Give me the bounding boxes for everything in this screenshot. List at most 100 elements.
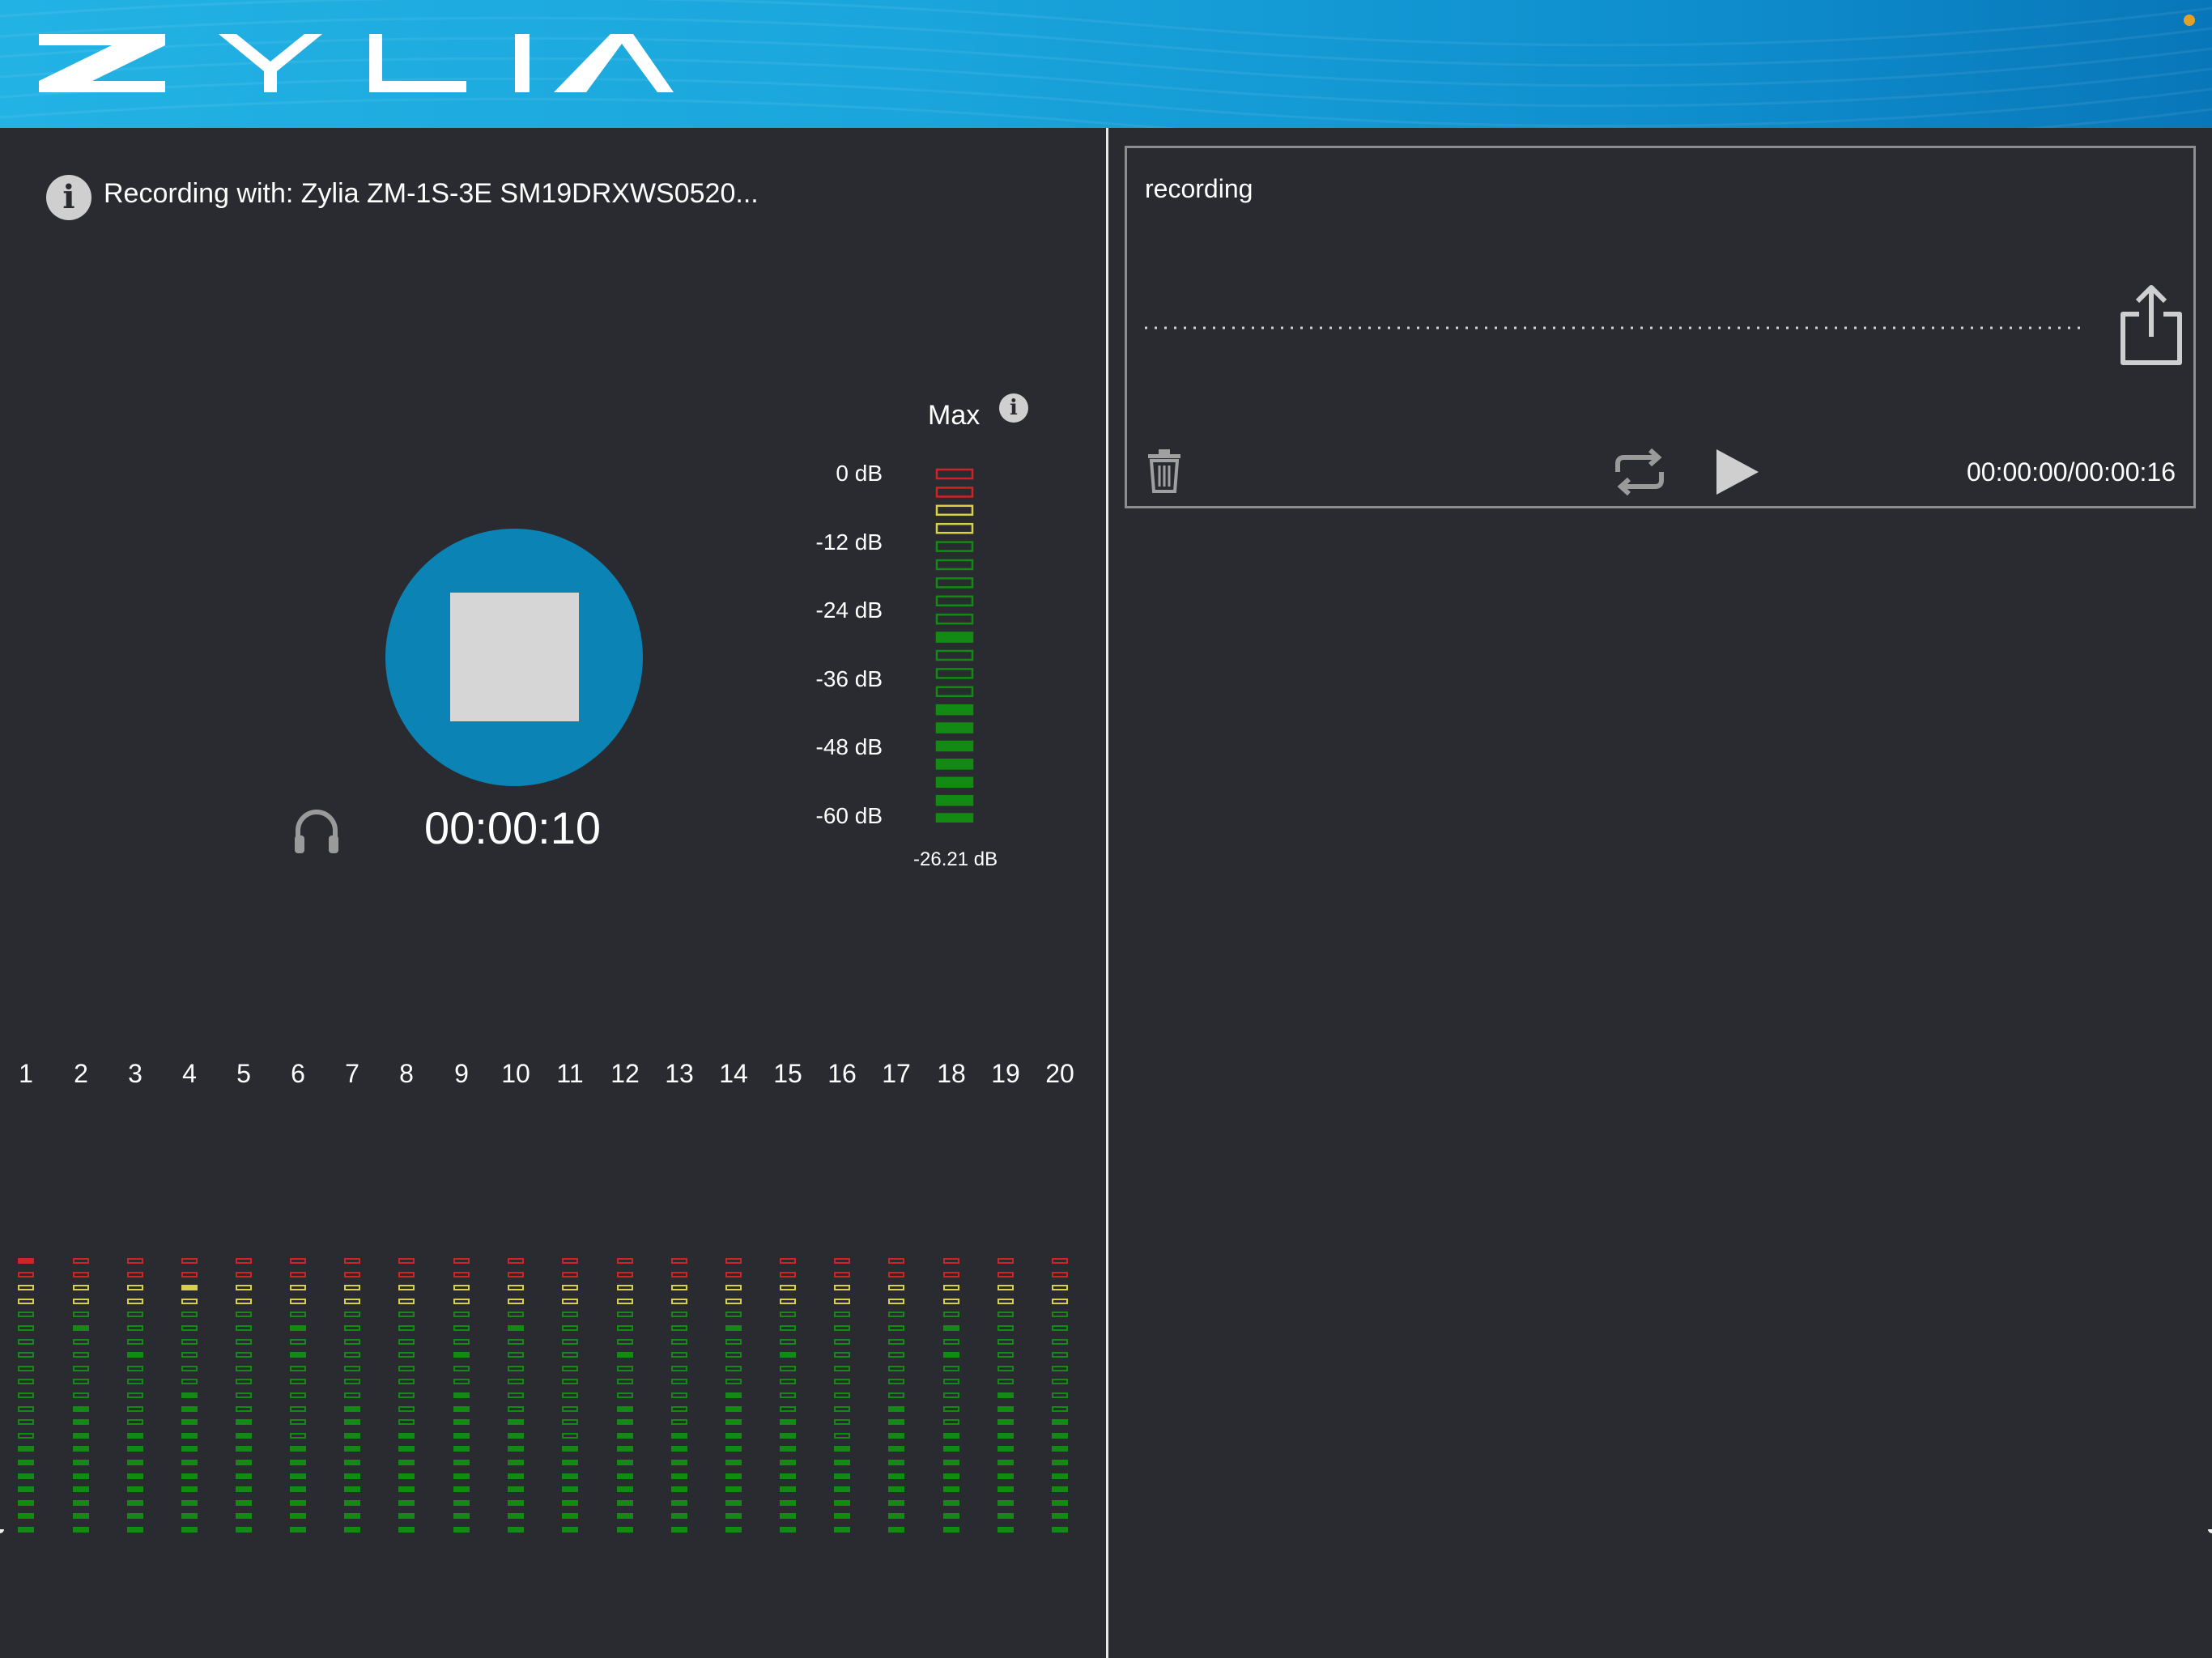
- meter-segment: [671, 1432, 687, 1439]
- meter-segment: [236, 1365, 252, 1371]
- meter-segment: [18, 1352, 34, 1358]
- share-icon[interactable]: [2116, 282, 2186, 368]
- db-scale-label: 0 dB: [836, 461, 883, 486]
- meter-segment: [671, 1365, 687, 1371]
- meter-segment: [181, 1312, 198, 1318]
- meter-segment: [998, 1352, 1014, 1358]
- meter-segment: [562, 1527, 578, 1533]
- play-icon[interactable]: [1713, 448, 1760, 496]
- meter-segment: [18, 1365, 34, 1371]
- meter-segment: [834, 1446, 850, 1452]
- meter-segment: [181, 1298, 198, 1304]
- meter-segment: [398, 1258, 415, 1264]
- channel-level-meter: [73, 1258, 89, 1533]
- meter-segment: [943, 1365, 959, 1371]
- meter-segment: [943, 1258, 959, 1264]
- meter-segment: [888, 1473, 904, 1479]
- channel-level-meter: [943, 1258, 959, 1533]
- meter-segment: [834, 1473, 850, 1479]
- recording-item[interactable]: recording 00:00:00/00:00:16: [1125, 146, 2196, 508]
- meter-segment: [935, 613, 974, 625]
- info-icon[interactable]: i: [46, 175, 91, 220]
- trash-icon[interactable]: [1145, 448, 1184, 493]
- max-info-icon[interactable]: i: [999, 393, 1028, 423]
- loop-icon[interactable]: [1610, 448, 1670, 496]
- meter-segment: [617, 1419, 633, 1426]
- meter-segment: [236, 1392, 252, 1398]
- meter-segment: [888, 1365, 904, 1371]
- meter-segment: [290, 1285, 306, 1291]
- meter-segment: [617, 1405, 633, 1412]
- meter-segment: [834, 1499, 850, 1506]
- meter-segment: [780, 1325, 796, 1331]
- meter-segment: [888, 1325, 904, 1331]
- meter-segment: [290, 1379, 306, 1385]
- meter-segment: [998, 1312, 1014, 1318]
- meter-segment: [943, 1285, 959, 1291]
- meter-segment: [617, 1352, 633, 1358]
- headphones-icon[interactable]: [291, 806, 342, 857]
- meter-segment: [780, 1432, 796, 1439]
- meter-segment: [127, 1499, 143, 1506]
- db-scale-label: -36 dB: [815, 666, 883, 691]
- channel-level-meter: [508, 1258, 524, 1533]
- meter-segment: [18, 1513, 34, 1520]
- channel-meter: 11: [554, 1059, 586, 1533]
- meter-segment: [617, 1446, 633, 1452]
- channel-meter: 4: [173, 1059, 206, 1533]
- meter-segment: [344, 1473, 360, 1479]
- meter-segment: [453, 1271, 470, 1278]
- db-scale-label: -24 dB: [815, 597, 883, 623]
- channel-meter: 17: [880, 1059, 912, 1533]
- meter-segment: [725, 1258, 742, 1264]
- meter-segment: [725, 1486, 742, 1493]
- meter-segment: [236, 1432, 252, 1439]
- meter-segment: [236, 1473, 252, 1479]
- meter-segment: [344, 1285, 360, 1291]
- waveform[interactable]: [1145, 326, 2084, 329]
- meter-segment: [617, 1325, 633, 1331]
- meter-segment: [943, 1325, 959, 1331]
- meter-segment: [18, 1392, 34, 1398]
- meter-segment: [1052, 1499, 1068, 1506]
- meter-segment: [344, 1271, 360, 1278]
- db-scale-label: -60 dB: [815, 803, 883, 828]
- meter-segment: [344, 1258, 360, 1264]
- meter-segment: [181, 1446, 198, 1452]
- meter-segment: [998, 1379, 1014, 1385]
- meter-segment: [73, 1298, 89, 1304]
- meter-segment: [508, 1352, 524, 1358]
- meter-segment: [834, 1513, 850, 1520]
- meter-segment: [290, 1258, 306, 1264]
- meter-segment: [671, 1352, 687, 1358]
- meter-segment: [943, 1271, 959, 1278]
- meter-segment: [18, 1325, 34, 1331]
- meter-segment: [290, 1312, 306, 1318]
- meter-segment: [127, 1473, 143, 1479]
- meter-segment: [127, 1338, 143, 1345]
- meter-segment: [290, 1271, 306, 1278]
- meter-segment: [73, 1392, 89, 1398]
- meter-segment: [18, 1338, 34, 1345]
- channel-meter: 8: [390, 1059, 423, 1533]
- meter-segment: [617, 1473, 633, 1479]
- stop-record-button[interactable]: [385, 529, 643, 786]
- meter-segment: [725, 1325, 742, 1331]
- meter-segment: [671, 1527, 687, 1533]
- meter-segment: [236, 1405, 252, 1412]
- meter-segment: [398, 1285, 415, 1291]
- meter-segment: [344, 1365, 360, 1371]
- meter-segment: [943, 1298, 959, 1304]
- meter-segment: [236, 1460, 252, 1465]
- meter-segment: [617, 1258, 633, 1264]
- meter-segment: [290, 1486, 306, 1493]
- meter-segment: [508, 1432, 524, 1439]
- meter-segment: [398, 1352, 415, 1358]
- meter-segment: [290, 1365, 306, 1371]
- meter-segment: [888, 1312, 904, 1318]
- meter-segment: [508, 1446, 524, 1452]
- meter-segment: [508, 1258, 524, 1264]
- meter-segment: [73, 1352, 89, 1358]
- meter-segment: [562, 1285, 578, 1291]
- meter-segment: [398, 1473, 415, 1479]
